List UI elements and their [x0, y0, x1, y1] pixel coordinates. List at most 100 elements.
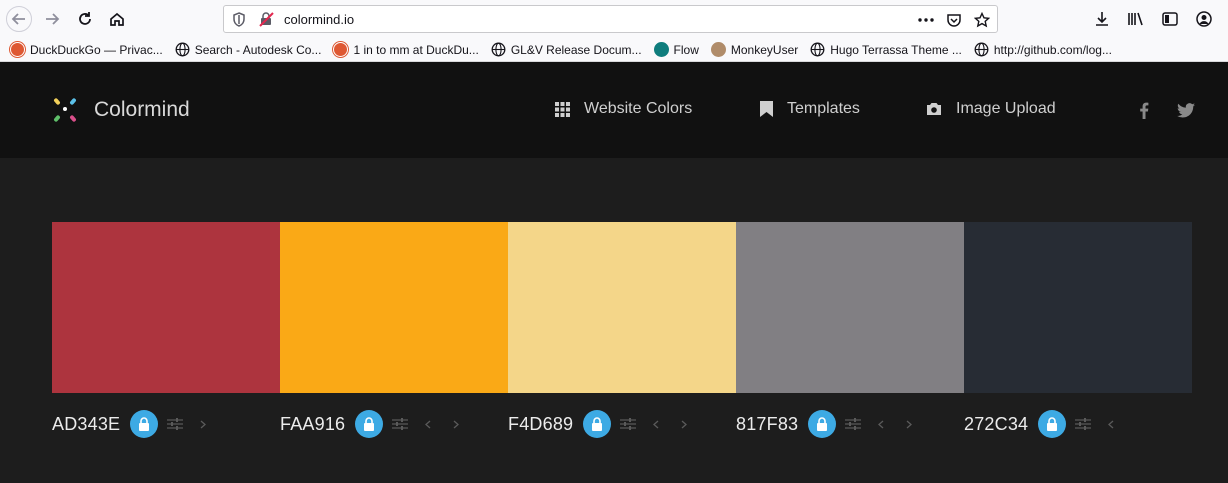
bookmark-star-icon[interactable]	[971, 9, 993, 31]
nav-label: Image Upload	[956, 100, 1056, 117]
account-icon[interactable]	[1194, 9, 1214, 29]
browser-toolbar: colormind.io	[0, 0, 1228, 38]
facebook-icon[interactable]	[1139, 102, 1149, 124]
nav-templates[interactable]: Templates	[760, 100, 860, 118]
lock-icon	[364, 417, 375, 431]
library-icon[interactable]	[1126, 9, 1146, 29]
bookmark-label: Hugo Terrassa Theme ...	[830, 42, 962, 57]
hex-code[interactable]: 817F83	[736, 414, 798, 435]
bookmark-label: GL&V Release Docum...	[510, 42, 642, 57]
move-right-button[interactable]	[676, 416, 692, 432]
lock-icon	[139, 417, 150, 431]
move-left-button[interactable]	[1103, 416, 1119, 432]
lock-button[interactable]	[355, 410, 384, 438]
lock-icon	[817, 417, 828, 431]
globe-icon	[810, 42, 825, 57]
globe-icon	[175, 42, 190, 57]
swatch-controls: 817F83	[736, 408, 929, 440]
bookmark-icon	[760, 101, 773, 117]
adjust-button[interactable]	[620, 417, 637, 431]
bookmark-label: DuckDuckGo — Privac...	[30, 42, 163, 57]
bookmark-item[interactable]: DuckDuckGo — Privac...	[10, 42, 163, 57]
swatch-controls: 272C34	[964, 408, 1131, 440]
chevron-right-icon	[681, 420, 688, 428]
chevron-left-icon	[425, 420, 431, 428]
hex-code[interactable]: F4D689	[508, 414, 573, 435]
bookmark-item[interactable]: Hugo Terrassa Theme ...	[810, 42, 962, 57]
globe-icon	[491, 42, 506, 57]
sliders-icon	[392, 418, 409, 430]
bookmark-label: MonkeyUser	[730, 42, 799, 57]
bookmark-label: 1 in to mm at DuckDu...	[353, 42, 479, 57]
move-left-button[interactable]	[420, 416, 436, 432]
twitter-icon[interactable]	[1177, 103, 1195, 123]
home-button[interactable]	[104, 6, 130, 32]
tracking-shield-icon[interactable]	[232, 12, 246, 32]
move-left-button[interactable]	[648, 416, 664, 432]
back-button[interactable]	[6, 6, 32, 32]
lock-button[interactable]	[130, 410, 159, 438]
chevron-right-icon	[906, 420, 913, 428]
adjust-button[interactable]	[1075, 417, 1092, 431]
nav-label: Templates	[787, 100, 860, 117]
move-left-button[interactable]	[873, 416, 889, 432]
page-actions-icon[interactable]	[915, 9, 937, 31]
color-swatch[interactable]	[736, 222, 964, 393]
color-swatch[interactable]	[964, 222, 1192, 393]
adjust-button[interactable]	[845, 417, 862, 431]
home-icon	[110, 12, 124, 26]
bookmark-item[interactable]: Flow	[653, 42, 699, 57]
url-text[interactable]: colormind.io	[284, 12, 354, 27]
move-right-button[interactable]	[195, 416, 211, 432]
lock-button[interactable]	[808, 410, 837, 438]
forward-arrow-icon	[46, 13, 60, 25]
color-swatch[interactable]	[52, 222, 280, 393]
downloads-icon[interactable]	[1092, 9, 1112, 29]
bookmark-item[interactable]: MonkeyUser	[710, 42, 799, 57]
bookmark-item[interactable]: 1 in to mm at DuckDu...	[333, 42, 479, 57]
bookmark-item[interactable]: Search - Autodesk Co...	[175, 42, 322, 57]
sliders-icon	[845, 418, 862, 430]
adjust-button[interactable]	[167, 417, 184, 431]
site-header: Colormind Website Colors Templates Image…	[0, 62, 1228, 158]
bookmark-item[interactable]: http://github.com/log...	[974, 42, 1112, 57]
hex-code[interactable]: FAA916	[280, 414, 345, 435]
adjust-button[interactable]	[392, 417, 409, 431]
lock-icon	[1047, 417, 1058, 431]
move-right-button[interactable]	[448, 416, 464, 432]
pocket-icon[interactable]	[943, 9, 965, 31]
duckduckgo-icon	[333, 42, 349, 57]
nav-website-colors[interactable]: Website Colors	[555, 100, 692, 118]
site-logo[interactable]: Colormind	[52, 96, 190, 124]
chevron-left-icon	[878, 420, 884, 428]
hex-code[interactable]: AD343E	[52, 414, 120, 435]
forward-button[interactable]	[39, 6, 65, 32]
nav-image-upload[interactable]: Image Upload	[926, 100, 1056, 118]
duckduckgo-icon	[10, 42, 25, 57]
lock-icon	[592, 417, 603, 431]
palette-controls: AD343E FAA916 F4D689 817F83 272C34	[52, 408, 1192, 442]
bookmark-label: Search - Autodesk Co...	[194, 42, 322, 57]
swatch-controls: F4D689	[508, 408, 704, 440]
swatch-controls: FAA916	[280, 408, 476, 440]
sliders-icon	[1075, 418, 1092, 430]
reload-button[interactable]	[72, 6, 98, 32]
camera-icon	[927, 103, 941, 115]
grid-icon	[555, 101, 570, 117]
swatch-controls: AD343E	[52, 408, 223, 440]
colormind-logo-icon	[52, 96, 80, 124]
chevron-left-icon	[653, 420, 659, 428]
insecure-lock-icon[interactable]	[259, 12, 274, 32]
sidebar-toggle-icon[interactable]	[1160, 9, 1180, 29]
move-right-button[interactable]	[901, 416, 917, 432]
color-swatch[interactable]	[508, 222, 736, 393]
lock-button[interactable]	[1038, 410, 1067, 438]
nav-label: Website Colors	[584, 100, 693, 117]
color-swatch[interactable]	[280, 222, 508, 393]
globe-icon	[974, 42, 989, 57]
bookmark-item[interactable]: GL&V Release Docum...	[491, 42, 642, 57]
url-bar[interactable]: colormind.io	[223, 5, 998, 33]
lock-button[interactable]	[583, 410, 612, 438]
sliders-icon	[167, 418, 184, 430]
hex-code[interactable]: 272C34	[964, 414, 1028, 435]
